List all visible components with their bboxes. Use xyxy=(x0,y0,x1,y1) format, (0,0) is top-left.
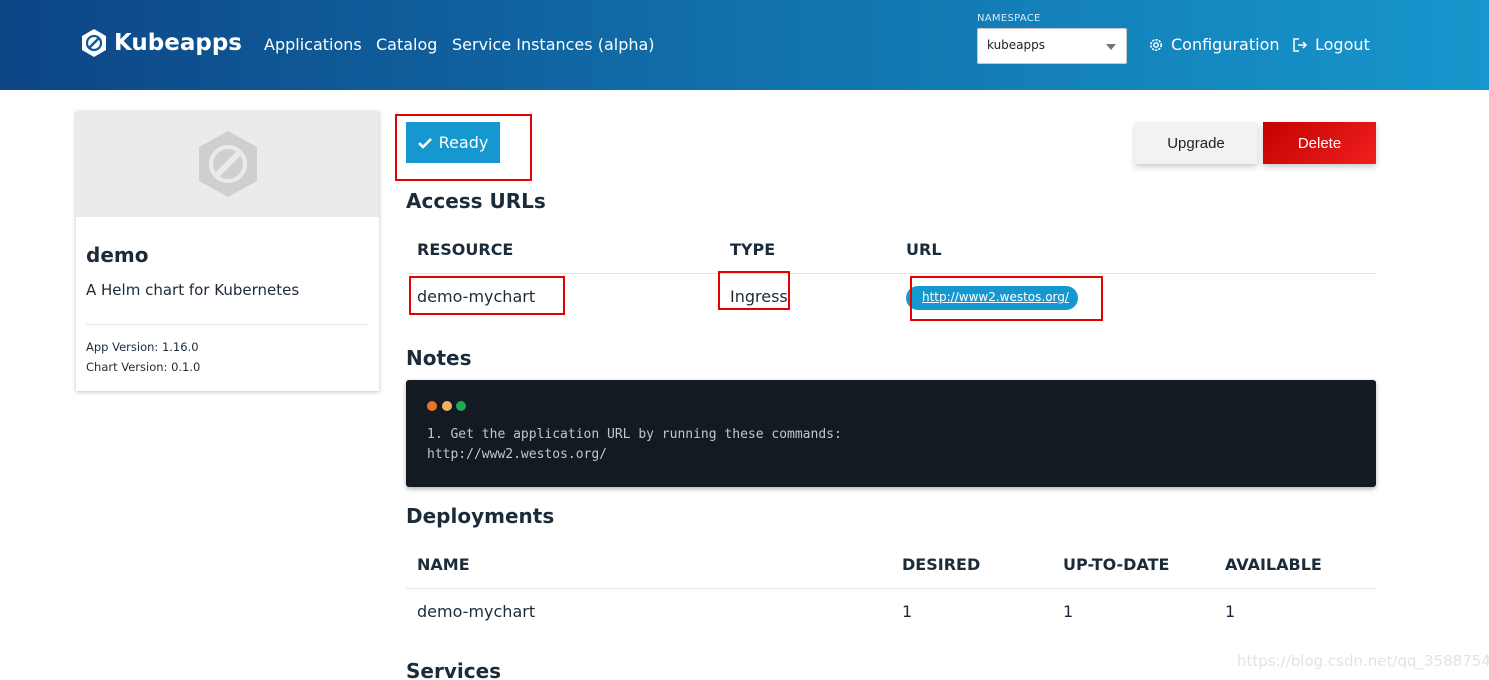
terminal-dot-yellow xyxy=(442,401,452,411)
column-header-url: URL xyxy=(906,240,942,259)
app-name: demo xyxy=(86,243,149,267)
up-to-date-cell: 1 xyxy=(1063,602,1074,621)
upgrade-button[interactable]: Upgrade xyxy=(1135,122,1257,164)
highlight-box xyxy=(409,276,565,315)
namespace-value: kubeapps xyxy=(987,38,1046,52)
column-header-desired: DESIRED xyxy=(902,555,981,574)
column-header-up-to-date: UP-TO-DATE xyxy=(1063,555,1170,574)
terminal-dot-green xyxy=(456,401,466,411)
divider xyxy=(86,324,369,325)
delete-button[interactable]: Delete xyxy=(1263,122,1376,164)
chart-icon-area xyxy=(76,111,379,217)
notes-line: http://www2.westos.org/ xyxy=(427,447,608,462)
chart-placeholder-icon xyxy=(198,131,257,197)
highlight-box xyxy=(910,276,1103,321)
notes-terminal: 1. Get the application URL by running th… xyxy=(406,380,1376,487)
services-title: Services xyxy=(406,659,502,680)
nav-service-instances[interactable]: Service Instances (alpha) xyxy=(452,35,655,54)
column-header-name: NAME xyxy=(417,555,470,574)
chart-version: Chart Version: 0.1.0 xyxy=(86,360,201,374)
notes-title: Notes xyxy=(406,346,472,370)
available-cell: 1 xyxy=(1225,602,1236,621)
nav-catalog[interactable]: Catalog xyxy=(376,35,437,54)
kubeapps-logo-icon xyxy=(82,29,106,57)
app-version: App Version: 1.16.0 xyxy=(86,340,199,354)
highlight-box xyxy=(718,271,790,310)
nav-applications[interactable]: Applications xyxy=(264,35,362,54)
column-header-resource: RESOURCE xyxy=(417,240,514,259)
configuration-link[interactable]: Configuration xyxy=(1148,35,1280,54)
column-header-type: TYPE xyxy=(730,240,776,259)
brand[interactable]: Kubeapps xyxy=(80,28,242,58)
desired-cell: 1 xyxy=(902,602,913,621)
brand-name: Kubeapps xyxy=(114,30,242,56)
logout-icon xyxy=(1293,37,1308,52)
app-description: A Helm chart for Kubernetes xyxy=(86,281,300,299)
table-divider xyxy=(406,273,1376,274)
access-urls-title: Access URLs xyxy=(406,189,546,213)
notes-line: 1. Get the application URL by running th… xyxy=(427,427,842,442)
column-header-available: AVAILABLE xyxy=(1225,555,1322,574)
namespace-select[interactable]: kubeapps xyxy=(977,28,1127,64)
app-info-card: demo A Helm chart for Kubernetes App Ver… xyxy=(76,111,379,391)
terminal-dot-red xyxy=(427,401,437,411)
chevron-down-icon xyxy=(1106,44,1116,50)
watermark: https://blog.csdn.net/qq_35887546 xyxy=(1237,652,1489,670)
configuration-label: Configuration xyxy=(1171,35,1280,54)
gear-icon xyxy=(1150,38,1162,51)
deployments-title: Deployments xyxy=(406,504,555,528)
highlight-box xyxy=(395,114,532,181)
namespace-label: NAMESPACE xyxy=(977,13,1041,24)
logout-label: Logout xyxy=(1315,35,1370,54)
top-navbar: Kubeapps Applications Catalog Service In… xyxy=(0,0,1489,90)
logout-link[interactable]: Logout xyxy=(1292,35,1370,54)
deployment-name-cell: demo-mychart xyxy=(417,602,536,621)
table-divider xyxy=(406,588,1376,589)
